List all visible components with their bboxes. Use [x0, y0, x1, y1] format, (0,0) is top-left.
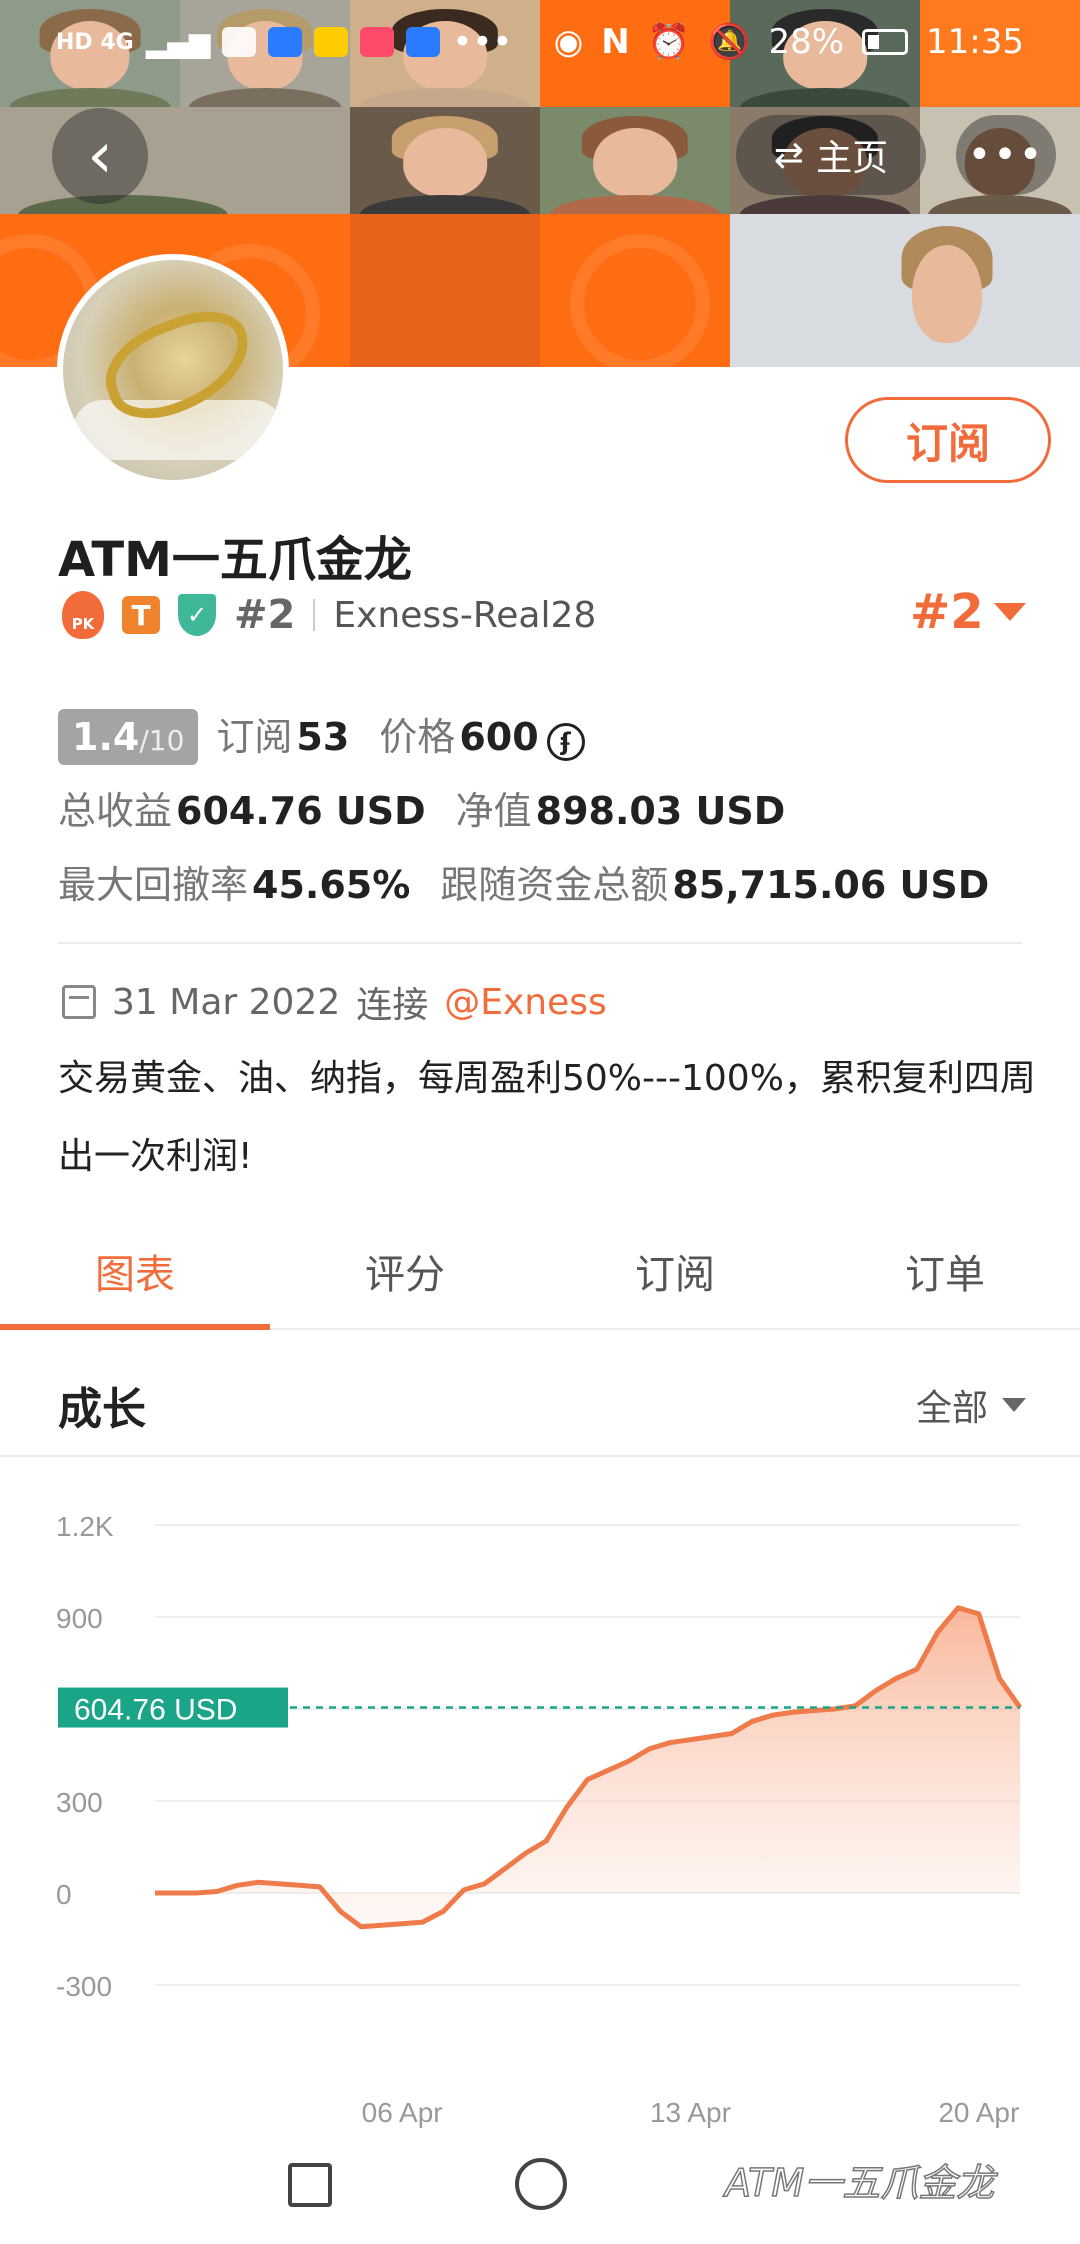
join-info: 31 Mar 2022 连接 @Exness: [62, 976, 607, 1028]
y-tick-label: 900: [56, 1603, 103, 1634]
banner-tile: [350, 214, 540, 367]
chevron-left-icon: ‹: [87, 119, 113, 193]
banner-photo: [540, 107, 730, 214]
status-bar: HD 4G ▂▄▆ ••• ◉ N ⏰ 🔕 28% 11:35: [0, 0, 1080, 84]
period-filter[interactable]: 全部: [916, 1379, 1026, 1431]
divider: [58, 942, 1022, 944]
tab-subscribe[interactable]: 订阅: [540, 1230, 810, 1328]
more-button[interactable]: •••: [956, 115, 1056, 195]
join-date: 31 Mar 2022: [112, 981, 341, 1023]
price-value: 600: [459, 715, 539, 759]
banner-tile: [540, 214, 730, 367]
equity-value: 898.03 USD: [535, 789, 786, 833]
equity-label: 净值: [455, 789, 532, 833]
hand-icon: [222, 27, 257, 57]
max-drawdown-value: 45.65%: [252, 863, 411, 907]
total-profit-value: 604.76 USD: [176, 789, 426, 833]
growth-section-header: 成长 全部: [0, 1345, 1080, 1457]
score-denominator: /10: [139, 724, 185, 757]
eye-icon: ◉: [553, 22, 584, 62]
home-nav-button[interactable]: [515, 2158, 567, 2210]
home-button[interactable]: ⇄ 主页: [736, 115, 926, 195]
score-value: 1.4: [72, 715, 140, 759]
tab-chart[interactable]: 图表: [0, 1230, 270, 1330]
subscribe-button[interactable]: 订阅: [845, 397, 1051, 483]
coin-icon: ʄ: [546, 723, 585, 761]
follow-funds-label: 跟随资金总额: [440, 863, 669, 907]
more-notifications-icon: •••: [452, 22, 513, 62]
score-badge: 1.4 /10: [58, 709, 199, 765]
more-icon: •••: [967, 132, 1045, 178]
t-badge-icon[interactable]: T: [122, 596, 160, 634]
strategy-description: 交易黄金、油、纳指，每周盈利50%---100%，累积复利四周出一次利润!: [58, 1058, 1036, 1177]
y-tick-label: 300: [56, 1787, 103, 1818]
system-nav-bar: ATM一五爪金龙: [0, 2140, 1080, 2244]
banner-photo: [350, 107, 540, 214]
pk-badge-icon[interactable]: PK: [62, 591, 104, 639]
tab-rating[interactable]: 评分: [270, 1230, 540, 1328]
mute-icon: 🔕: [708, 22, 751, 62]
caret-down-icon: [993, 603, 1026, 621]
alarm-icon: ⏰: [647, 22, 691, 62]
broker-link[interactable]: @Exness: [444, 982, 607, 1023]
signal-icon: ▂▄▆: [145, 25, 211, 59]
x-tick-label: 06 Apr: [362, 2097, 443, 2128]
calendar-icon: [62, 985, 96, 1019]
back-button[interactable]: ‹: [52, 108, 148, 204]
rank-dropdown[interactable]: #2: [910, 584, 1026, 640]
growth-chart-svg: 1.2K 900 300 0 -300 604.76 USD 06 Apr 13 Apr 20 …: [56, 1511, 1023, 2128]
battery-percent: 28%: [768, 22, 845, 62]
trader-name: ATM一五爪金龙: [58, 532, 412, 588]
watermark-text: ATM一五爪金龙: [724, 2160, 995, 2206]
banner-photo: [730, 214, 1080, 367]
y-tick-label: -300: [56, 1971, 112, 2002]
filter-label: 全部: [915, 1388, 988, 1429]
avatar[interactable]: [57, 254, 289, 486]
badge-row: PK T ✓ #2 Exness-Real28: [62, 590, 596, 640]
mail-icon: [314, 27, 349, 57]
bulb-icon: [406, 27, 441, 57]
watermark: ATM一五爪金龙: [724, 2152, 995, 2207]
swap-icon: ⇄: [773, 134, 805, 176]
y-tick-label: 0: [56, 1879, 72, 1910]
account-name: Exness-Real28: [333, 594, 597, 636]
y-tick-label: 1.2K: [56, 1511, 114, 1542]
tab-orders[interactable]: 订单: [810, 1230, 1080, 1328]
section-title: 成长: [58, 1384, 146, 1435]
clock: 11:35: [926, 22, 1024, 62]
tab-bar: 图表 评分 订阅 订单: [0, 1230, 1080, 1330]
growth-area: [155, 1607, 1020, 1927]
price-label: 价格: [379, 715, 456, 759]
caret-down-icon: [1002, 1398, 1026, 1412]
subscribe-count-label: 订阅: [216, 715, 293, 759]
network-indicator: HD 4G: [56, 29, 134, 55]
subscribe-count: 53: [296, 715, 350, 759]
rank-value: #2: [910, 584, 984, 640]
stats-block: 1.4 /10 订阅 53 价格 600 ʄ 总收益 604.76 USD 净值…: [58, 706, 1019, 928]
rank-small: #2: [234, 592, 296, 638]
battery-icon: [862, 29, 909, 55]
current-value-label: 604.76 USD: [74, 1694, 237, 1727]
join-text: 连接: [356, 985, 429, 1026]
follow-funds-value: 85,715.06 USD: [672, 863, 990, 907]
book-icon: [360, 27, 395, 57]
x-tick-label: 13 Apr: [650, 2097, 731, 2128]
x-tick-label: 20 Apr: [938, 2097, 1019, 2128]
recent-apps-button[interactable]: [288, 2163, 332, 2207]
divider: [313, 599, 316, 631]
growth-chart[interactable]: 1.2K 900 300 0 -300 604.76 USD 06 Apr 13 Apr 20 …: [0, 1470, 1080, 2140]
home-label: 主页: [816, 138, 889, 179]
total-profit-label: 总收益: [58, 789, 173, 833]
max-drawdown-label: 最大回撤率: [58, 863, 249, 907]
verified-shield-icon[interactable]: ✓: [178, 594, 216, 636]
bulb-icon: [268, 27, 303, 57]
nfc-icon: N: [601, 22, 630, 62]
